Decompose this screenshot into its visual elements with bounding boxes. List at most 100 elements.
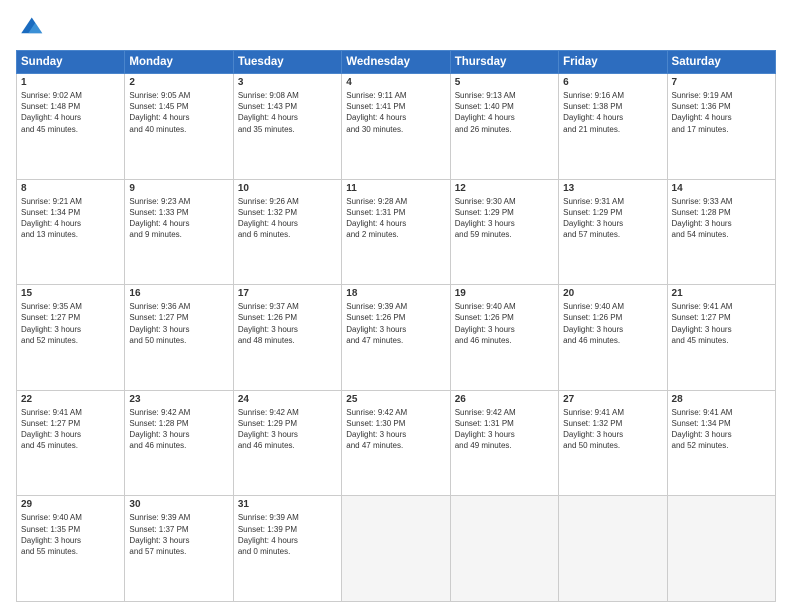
- calendar-day-empty: [559, 496, 667, 602]
- calendar-day-31: 31 Sunrise: 9:39 AM Sunset: 1:39 PM Dayli…: [233, 496, 341, 602]
- day-number: 23: [129, 394, 228, 405]
- calendar-day-23: 23Sunrise: 9:42 AM Sunset: 1:28 PM Dayli…: [125, 390, 233, 496]
- day-info: Sunrise: 9:02 AM Sunset: 1:48 PM Dayligh…: [21, 90, 120, 135]
- calendar-day-25: 25Sunrise: 9:42 AM Sunset: 1:30 PM Dayli…: [342, 390, 450, 496]
- calendar-week-4: 22Sunrise: 9:41 AM Sunset: 1:27 PM Dayli…: [17, 390, 776, 496]
- day-info: Sunrise: 9:40 AM Sunset: 1:35 PM Dayligh…: [21, 512, 120, 557]
- day-info: Sunrise: 9:19 AM Sunset: 1:36 PM Dayligh…: [672, 90, 771, 135]
- calendar-day-2: 2 Sunrise: 9:05 AM Sunset: 1:45 PM Daylig…: [125, 74, 233, 180]
- calendar-day-15: 15 Sunrise: 9:35 AM Sunset: 1:27 PM Dayli…: [17, 285, 125, 391]
- calendar-day-19: 19 Sunrise: 9:40 AM Sunset: 1:26 PM Dayli…: [450, 285, 558, 391]
- day-number: 8: [21, 183, 120, 194]
- day-number: 5: [455, 77, 554, 88]
- calendar-day-5: 5 Sunrise: 9:13 AM Sunset: 1:40 PM Daylig…: [450, 74, 558, 180]
- day-info: Sunrise: 9:36 AM Sunset: 1:27 PM Dayligh…: [129, 301, 228, 346]
- day-info: Sunrise: 9:26 AM Sunset: 1:32 PM Dayligh…: [238, 196, 337, 241]
- day-number: 20: [563, 288, 662, 299]
- calendar-day-7: 7 Sunrise: 9:19 AM Sunset: 1:36 PM Daylig…: [667, 74, 775, 180]
- day-number: 14: [672, 183, 771, 194]
- day-number: 13: [563, 183, 662, 194]
- header-day-friday: Friday: [559, 51, 667, 74]
- calendar-day-28: 28Sunrise: 9:41 AM Sunset: 1:34 PM Dayli…: [667, 390, 775, 496]
- day-number: 21: [672, 288, 771, 299]
- day-number: 24: [238, 394, 337, 405]
- day-number: 2: [129, 77, 228, 88]
- day-info: Sunrise: 9:39 AM Sunset: 1:37 PM Dayligh…: [129, 512, 228, 557]
- calendar-day-16: 16Sunrise: 9:36 AM Sunset: 1:27 PM Dayli…: [125, 285, 233, 391]
- day-info: Sunrise: 9:08 AM Sunset: 1:43 PM Dayligh…: [238, 90, 337, 135]
- day-info: Sunrise: 9:42 AM Sunset: 1:30 PM Dayligh…: [346, 407, 445, 452]
- calendar-day-3: 3Sunrise: 9:08 AM Sunset: 1:43 PM Daylig…: [233, 74, 341, 180]
- calendar-day-1: 1 Sunrise: 9:02 AM Sunset: 1:48 PM Daylig…: [17, 74, 125, 180]
- calendar-day-29: 29 Sunrise: 9:40 AM Sunset: 1:35 PM Dayli…: [17, 496, 125, 602]
- logo: [16, 14, 48, 42]
- calendar-day-21: 21 Sunrise: 9:41 AM Sunset: 1:27 PM Dayli…: [667, 285, 775, 391]
- calendar-day-9: 9Sunrise: 9:23 AM Sunset: 1:33 PM Daylig…: [125, 179, 233, 285]
- day-info: Sunrise: 9:39 AM Sunset: 1:39 PM Dayligh…: [238, 512, 337, 557]
- calendar-day-12: 12 Sunrise: 9:30 AM Sunset: 1:29 PM Dayli…: [450, 179, 558, 285]
- calendar-day-8: 8Sunrise: 9:21 AM Sunset: 1:34 PM Daylig…: [17, 179, 125, 285]
- calendar-day-30: 30 Sunrise: 9:39 AM Sunset: 1:37 PM Dayli…: [125, 496, 233, 602]
- calendar-week-3: 15 Sunrise: 9:35 AM Sunset: 1:27 PM Dayli…: [17, 285, 776, 391]
- calendar-day-26: 26 Sunrise: 9:42 AM Sunset: 1:31 PM Dayli…: [450, 390, 558, 496]
- day-info: Sunrise: 9:41 AM Sunset: 1:34 PM Dayligh…: [672, 407, 771, 452]
- calendar-day-11: 11 Sunrise: 9:28 AM Sunset: 1:31 PM Dayli…: [342, 179, 450, 285]
- day-info: Sunrise: 9:40 AM Sunset: 1:26 PM Dayligh…: [455, 301, 554, 346]
- day-number: 4: [346, 77, 445, 88]
- calendar-header-row: SundayMondayTuesdayWednesdayThursdayFrid…: [17, 51, 776, 74]
- day-number: 30: [129, 499, 228, 510]
- day-number: 26: [455, 394, 554, 405]
- day-number: 12: [455, 183, 554, 194]
- day-info: Sunrise: 9:41 AM Sunset: 1:27 PM Dayligh…: [672, 301, 771, 346]
- day-info: Sunrise: 9:13 AM Sunset: 1:40 PM Dayligh…: [455, 90, 554, 135]
- page: SundayMondayTuesdayWednesdayThursdayFrid…: [0, 0, 792, 612]
- day-info: Sunrise: 9:42 AM Sunset: 1:29 PM Dayligh…: [238, 407, 337, 452]
- calendar-day-24: 24 Sunrise: 9:42 AM Sunset: 1:29 PM Dayli…: [233, 390, 341, 496]
- calendar-day-20: 20Sunrise: 9:40 AM Sunset: 1:26 PM Dayli…: [559, 285, 667, 391]
- day-info: Sunrise: 9:33 AM Sunset: 1:28 PM Dayligh…: [672, 196, 771, 241]
- calendar-day-4: 4 Sunrise: 9:11 AM Sunset: 1:41 PM Daylig…: [342, 74, 450, 180]
- day-info: Sunrise: 9:35 AM Sunset: 1:27 PM Dayligh…: [21, 301, 120, 346]
- calendar-day-empty: [667, 496, 775, 602]
- header-day-monday: Monday: [125, 51, 233, 74]
- day-info: Sunrise: 9:41 AM Sunset: 1:27 PM Dayligh…: [21, 407, 120, 452]
- header-day-wednesday: Wednesday: [342, 51, 450, 74]
- header-day-tuesday: Tuesday: [233, 51, 341, 74]
- header: [16, 14, 776, 42]
- day-info: Sunrise: 9:42 AM Sunset: 1:31 PM Dayligh…: [455, 407, 554, 452]
- day-info: Sunrise: 9:23 AM Sunset: 1:33 PM Dayligh…: [129, 196, 228, 241]
- day-info: Sunrise: 9:37 AM Sunset: 1:26 PM Dayligh…: [238, 301, 337, 346]
- calendar-week-5: 29 Sunrise: 9:40 AM Sunset: 1:35 PM Dayli…: [17, 496, 776, 602]
- day-number: 19: [455, 288, 554, 299]
- day-info: Sunrise: 9:39 AM Sunset: 1:26 PM Dayligh…: [346, 301, 445, 346]
- day-number: 31: [238, 499, 337, 510]
- day-number: 10: [238, 183, 337, 194]
- calendar-table: SundayMondayTuesdayWednesdayThursdayFrid…: [16, 50, 776, 602]
- day-number: 18: [346, 288, 445, 299]
- day-number: 17: [238, 288, 337, 299]
- day-number: 29: [21, 499, 120, 510]
- day-number: 27: [563, 394, 662, 405]
- day-info: Sunrise: 9:16 AM Sunset: 1:38 PM Dayligh…: [563, 90, 662, 135]
- day-info: Sunrise: 9:28 AM Sunset: 1:31 PM Dayligh…: [346, 196, 445, 241]
- day-number: 11: [346, 183, 445, 194]
- day-number: 15: [21, 288, 120, 299]
- calendar-week-2: 8Sunrise: 9:21 AM Sunset: 1:34 PM Daylig…: [17, 179, 776, 285]
- calendar-day-6: 6Sunrise: 9:16 AM Sunset: 1:38 PM Daylig…: [559, 74, 667, 180]
- day-info: Sunrise: 9:11 AM Sunset: 1:41 PM Dayligh…: [346, 90, 445, 135]
- calendar-day-14: 14 Sunrise: 9:33 AM Sunset: 1:28 PM Dayli…: [667, 179, 775, 285]
- header-day-thursday: Thursday: [450, 51, 558, 74]
- day-number: 1: [21, 77, 120, 88]
- calendar-day-18: 18 Sunrise: 9:39 AM Sunset: 1:26 PM Dayli…: [342, 285, 450, 391]
- day-info: Sunrise: 9:30 AM Sunset: 1:29 PM Dayligh…: [455, 196, 554, 241]
- header-day-sunday: Sunday: [17, 51, 125, 74]
- calendar-day-empty: [450, 496, 558, 602]
- logo-icon: [16, 14, 44, 42]
- day-info: Sunrise: 9:31 AM Sunset: 1:29 PM Dayligh…: [563, 196, 662, 241]
- calendar-day-empty: [342, 496, 450, 602]
- header-day-saturday: Saturday: [667, 51, 775, 74]
- day-number: 7: [672, 77, 771, 88]
- calendar-week-1: 1 Sunrise: 9:02 AM Sunset: 1:48 PM Daylig…: [17, 74, 776, 180]
- day-info: Sunrise: 9:05 AM Sunset: 1:45 PM Dayligh…: [129, 90, 228, 135]
- day-info: Sunrise: 9:41 AM Sunset: 1:32 PM Dayligh…: [563, 407, 662, 452]
